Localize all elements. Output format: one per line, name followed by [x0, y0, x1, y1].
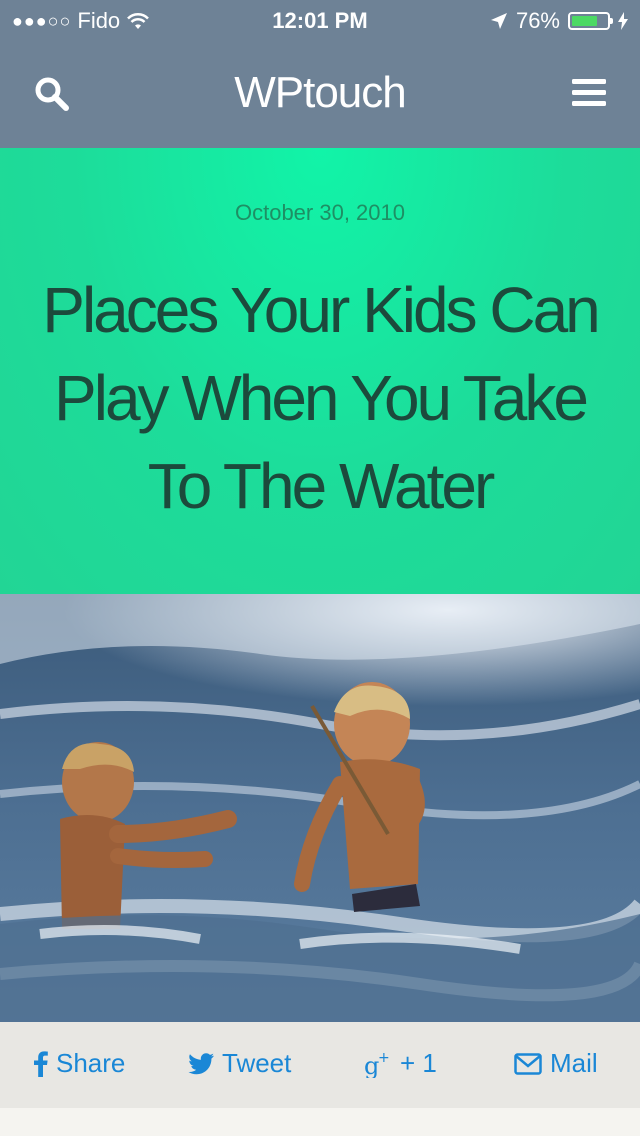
- facebook-share-button[interactable]: Share: [34, 1048, 125, 1079]
- facebook-share-label: Share: [56, 1048, 126, 1078]
- location-arrow-icon: [490, 13, 507, 29]
- twitter-icon: [188, 1052, 214, 1074]
- battery-percent: 76%: [515, 8, 560, 33]
- mail-share-label: Mail: [550, 1048, 598, 1078]
- twitter-tweet-label: Tweet: [222, 1048, 292, 1078]
- battery-icon: [568, 12, 613, 30]
- menu-icon: [572, 79, 606, 106]
- post-hero: October 30, 2010 Places Your Kids Can Pl…: [0, 148, 640, 594]
- google-plus-label: + 1: [400, 1048, 437, 1078]
- battery-fill: [572, 16, 597, 26]
- battery-cap: [610, 18, 613, 24]
- google-plus-icon: g +: [364, 1050, 390, 1078]
- page-bottom: [0, 1108, 640, 1136]
- kids-in-water-image: [0, 594, 640, 1022]
- svg-text:+: +: [378, 1050, 390, 1066]
- post-date: October 30, 2010: [234, 200, 405, 225]
- status-right: 76%: [490, 8, 628, 34]
- post-title[interactable]: Places Your Kids Can Play When You Take …: [40, 266, 601, 530]
- site-header: WPtouch: [0, 40, 640, 148]
- site-title[interactable]: WPtouch: [0, 68, 640, 118]
- mail-share-button[interactable]: Mail: [514, 1048, 598, 1079]
- mail-icon: [514, 1052, 542, 1075]
- charging-bolt-icon: [618, 12, 628, 30]
- status-bar: ●●●○○ Fido 12:01 PM 76%: [0, 0, 640, 40]
- google-plus-button[interactable]: g + + 1: [364, 1048, 437, 1079]
- facebook-icon: [34, 1050, 48, 1077]
- twitter-tweet-button[interactable]: Tweet: [188, 1048, 291, 1079]
- post-featured-image: [0, 594, 640, 1022]
- share-bar: Share Tweet g + + 1 Mail: [0, 1022, 640, 1108]
- menu-button[interactable]: [572, 78, 606, 108]
